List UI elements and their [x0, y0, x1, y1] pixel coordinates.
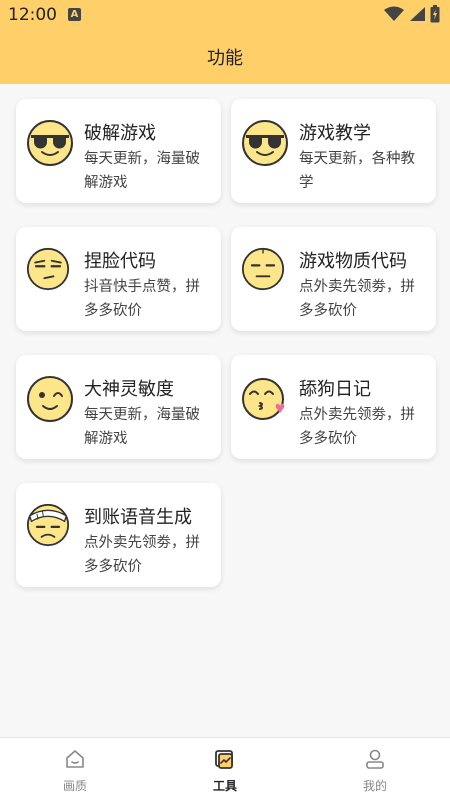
- card-description: 每天更新，海量破解游戏: [84, 407, 200, 447]
- battery-icon: [430, 5, 440, 23]
- card-crack-games[interactable]: 破解游戏 每天更新，海量破解游戏: [16, 99, 221, 203]
- expressionless-face-icon: [241, 247, 285, 291]
- card-voice-generator[interactable]: 到账语音生成 点外卖先领劵，拼多多砍价: [16, 483, 221, 587]
- card-sensitivity[interactable]: 大神灵敏度 每天更新，海量破解游戏: [16, 355, 221, 459]
- card-title: 游戏教学: [299, 123, 371, 144]
- card-description: 点外卖先领劵，拼多多砍价: [299, 407, 415, 447]
- nav-tab-tools[interactable]: 工具: [150, 738, 300, 800]
- card-face-code[interactable]: 捏脸代码 抖音快手点赞，拼多多砍价: [16, 227, 221, 331]
- wifi-icon: [384, 6, 404, 21]
- nav-label: 我的: [362, 779, 387, 793]
- signal-icon: [410, 7, 425, 21]
- card-title: 到账语音生成: [84, 507, 192, 528]
- card-description: 每天更新，海量破解游戏: [84, 151, 200, 191]
- nav-tab-mine[interactable]: 我的: [300, 738, 450, 800]
- card-description: 点外卖先领劵，拼多多砍价: [84, 535, 200, 575]
- card-diary[interactable]: 舔狗日记 点外卖先领劵，拼多多砍价: [231, 355, 436, 459]
- winking-face-icon: [27, 376, 73, 422]
- notification-badge-icon: A: [68, 8, 81, 21]
- card-description: 每天更新，各种教学: [299, 151, 415, 191]
- bandaged-face-icon: [26, 503, 70, 547]
- card-title: 舔狗日记: [299, 379, 371, 400]
- app-header: 12:00 A 功能: [0, 0, 450, 84]
- page-title: 功能: [207, 48, 243, 69]
- card-title: 游戏物质代码: [299, 251, 407, 272]
- card-game-material-code[interactable]: 游戏物质代码 点外卖先领劵，拼多多砍价: [231, 227, 436, 331]
- unamused-face-icon: [26, 247, 70, 291]
- status-time: 12:00: [8, 5, 57, 25]
- user-icon: [366, 749, 384, 769]
- home-icon: [66, 750, 84, 768]
- card-title: 大神灵敏度: [84, 379, 174, 400]
- card-game-tutorial[interactable]: 游戏教学 每天更新，各种教学: [231, 99, 436, 203]
- nav-tab-quality[interactable]: 画质: [0, 738, 150, 800]
- card-title: 捏脸代码: [84, 251, 156, 272]
- tools-icon: [215, 750, 233, 769]
- bottom-navigation: 画质 工具 我的: [0, 737, 450, 800]
- kissing-face-icon: [242, 378, 285, 420]
- nav-label: 画质: [62, 779, 87, 793]
- sunglasses-face-icon: [242, 120, 288, 166]
- sunglasses-face-icon: [27, 120, 73, 166]
- card-description: 点外卖先领劵，拼多多砍价: [299, 279, 415, 319]
- nav-label: 工具: [212, 779, 237, 793]
- card-description: 抖音快手点赞，拼多多砍价: [84, 279, 200, 319]
- card-title: 破解游戏: [84, 123, 156, 144]
- status-bar: 12:00 A: [0, 0, 450, 30]
